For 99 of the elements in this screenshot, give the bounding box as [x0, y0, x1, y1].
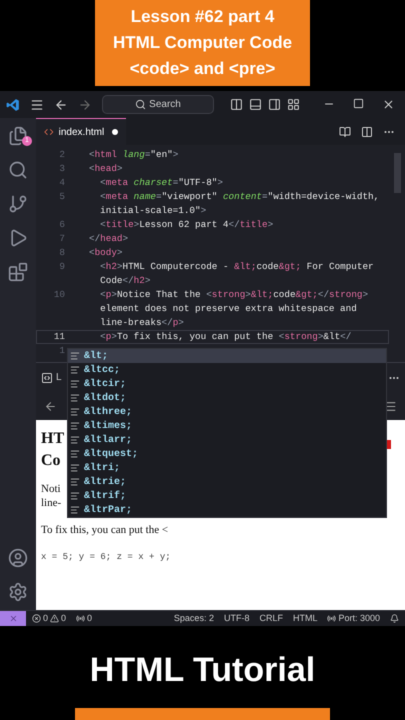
account-icon[interactable] — [8, 548, 28, 568]
app-logo-icon[interactable] — [6, 98, 20, 112]
ports-button[interactable]: 0 — [76, 612, 92, 626]
line-number: 11 — [54, 331, 65, 342]
suggestion-item[interactable]: &lt; — [68, 349, 386, 363]
line-number: 5 — [59, 191, 65, 202]
banner-title-line: <code> and <pre> — [130, 58, 276, 80]
code-line: <h2>HTML Computercode - &lt;code&gt; For Computer — [99, 260, 374, 274]
error-icon — [32, 614, 41, 623]
code-line: <p>Notice That the <strong>&lt;code&gt;</strong> — [99, 288, 368, 302]
settings-icon[interactable] — [8, 582, 28, 602]
suggestion-item[interactable]: &ltimes; — [68, 419, 386, 433]
explorer-icon[interactable] — [8, 126, 28, 146]
text-snippet-icon — [70, 491, 80, 501]
status-item[interactable]: CRLF — [259, 612, 283, 626]
text-snippet-icon — [70, 435, 80, 445]
layout-grid-icon[interactable] — [287, 98, 300, 111]
notifications-icon[interactable] — [390, 614, 399, 623]
preview-panel-icon — [41, 372, 53, 384]
suggestion-item[interactable]: &ltrif; — [68, 489, 386, 503]
paragraph-fragment: line- — [41, 496, 62, 510]
text-snippet-icon — [70, 393, 80, 403]
line-number: 4 — [59, 177, 65, 188]
code-line: <p>To fix this, you can put the <strong>&lt</ — [99, 330, 352, 344]
text-snippet-icon — [70, 421, 80, 431]
suggestion-item[interactable]: &ltri; — [68, 461, 386, 475]
paragraph-fragment: Noti — [41, 482, 61, 496]
line-number: 10 — [54, 289, 65, 300]
back-arrow-icon[interactable] — [54, 98, 68, 112]
text-snippet-icon — [70, 407, 80, 417]
remote-icon — [8, 614, 18, 623]
source-control-icon[interactable] — [8, 194, 28, 214]
text-snippet-icon — [70, 449, 80, 459]
port-button[interactable]: Port: 3000 — [327, 612, 380, 626]
split-editor-icon[interactable] — [361, 126, 373, 138]
code-line: </head> — [89, 232, 128, 246]
code-line: <title>Lesson 62 part 4</title> — [99, 218, 274, 232]
problems-button[interactable]: 0 0 — [32, 612, 66, 626]
code-line: <meta name="viewport" content="width=device-width, — [99, 190, 380, 204]
close-icon[interactable] — [382, 98, 395, 111]
scrollbar[interactable] — [394, 153, 401, 193]
line-number: 6 — [59, 219, 65, 230]
suggestion-item[interactable]: &ltcir; — [68, 377, 386, 391]
status-item[interactable]: HTML — [292, 612, 318, 626]
code-line: Code</h2> — [99, 274, 150, 288]
text-snippet-icon — [70, 351, 80, 361]
suggestion-item[interactable]: &ltdot; — [68, 391, 386, 405]
search-icon — [135, 99, 146, 110]
sidebar-layout-icon[interactable] — [230, 98, 243, 111]
text-snippet-icon — [70, 379, 80, 389]
code-line: <meta charset="UTF-8"> — [99, 176, 223, 190]
broadcast-icon — [327, 614, 336, 623]
banner-title-line: Lesson #62 part 4 — [130, 6, 274, 28]
line-number: 1 — [59, 345, 65, 356]
code-line: <head> — [89, 162, 123, 176]
broadcast-icon — [76, 614, 86, 623]
preview-code: x = 5; y = 6; z = x + y; — [41, 550, 171, 564]
suggestion-item[interactable]: &ltcc; — [68, 363, 386, 377]
text-snippet-icon — [70, 365, 80, 375]
secondary-sidebar-icon[interactable] — [268, 98, 281, 111]
suggestion-item[interactable]: &lthree; — [68, 405, 386, 419]
line-number: 8 — [59, 247, 65, 258]
html-file-icon — [44, 127, 54, 137]
heading-fragment: Co — [41, 451, 61, 471]
panel-title[interactable]: L — [56, 370, 62, 385]
heading-fragment: HT — [41, 429, 64, 449]
suggestion-item[interactable]: &ltquest; — [68, 447, 386, 461]
menu-icon[interactable] — [30, 98, 44, 112]
open-preview-icon[interactable] — [339, 126, 351, 138]
code-line: line-breaks</p> — [99, 316, 184, 330]
code-line: initial-scale=1.0"> — [99, 204, 206, 218]
footer-title: HTML Tutorial — [90, 650, 316, 690]
status-item[interactable]: UTF-8 — [224, 612, 250, 626]
forward-arrow-icon[interactable] — [78, 98, 92, 112]
text-snippet-icon — [70, 477, 80, 487]
code-line: <html lang="en"> — [89, 148, 178, 162]
banner-title-line: HTML Computer Code — [112, 32, 292, 54]
preview-paragraph: To fix this, you can put the < — [41, 523, 168, 538]
maximize-icon[interactable] — [353, 98, 364, 109]
line-number: 3 — [59, 163, 65, 174]
editor-tab[interactable]: index.html — [36, 118, 126, 145]
line-number: 2 — [59, 149, 65, 160]
search-field[interactable]: Search — [102, 95, 214, 114]
panel-layout-icon[interactable] — [249, 98, 262, 111]
text-snippet-icon — [70, 505, 80, 515]
warning-icon — [50, 614, 60, 623]
suggestion-item[interactable]: &ltrie; — [68, 475, 386, 489]
code-line: <body> — [89, 246, 123, 260]
back-arrow-icon[interactable] — [44, 400, 57, 412]
suggestion-item[interactable]: &ltlarr; — [68, 433, 386, 447]
suggestion-item[interactable]: &ltrPar; — [68, 503, 386, 517]
line-number: 7 — [59, 233, 65, 244]
code-line: element does not preserve extra whitespace and — [99, 302, 357, 316]
line-number: 9 — [59, 261, 65, 272]
extensions-icon[interactable] — [8, 262, 28, 282]
menu-icon[interactable] — [384, 400, 397, 412]
text-snippet-icon — [70, 463, 80, 473]
search-icon[interactable] — [8, 160, 28, 180]
status-item[interactable]: Spaces: 2 — [174, 612, 214, 626]
